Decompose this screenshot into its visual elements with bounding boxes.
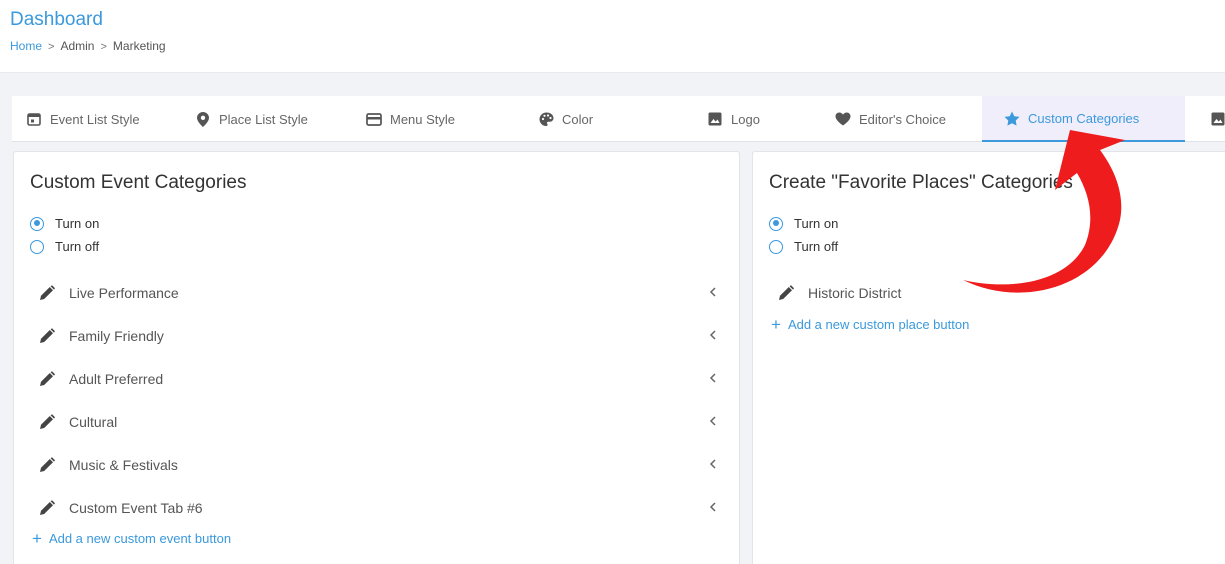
category-label: Music & Festivals [69,457,178,473]
chevron-left-icon[interactable] [708,285,718,299]
image-icon [707,111,723,127]
breadcrumb-marketing: Marketing [112,39,166,53]
pencil-icon[interactable] [38,284,56,302]
tab-label: Place List Style [219,111,308,127]
place-category-row[interactable]: Historic District [777,278,1217,308]
event-category-row[interactable]: Music & Festivals [38,450,718,480]
chevron-left-icon[interactable] [708,328,718,342]
page-title: Dashboard [10,9,103,30]
event-category-row[interactable]: Custom Event Tab #6 [38,493,718,523]
category-label: Family Friendly [69,328,164,344]
tab-place-list-style[interactable]: Place List Style [195,96,308,142]
image-icon [1210,111,1225,127]
tab-label: Custom Categories [1028,110,1140,126]
add-link-label: Add a new custom place button [787,317,970,332]
category-label: Adult Preferred [69,371,164,387]
pencil-icon[interactable] [38,499,56,517]
palette-icon [538,111,554,127]
pencil-icon[interactable] [38,413,56,431]
plus-icon: + [32,529,42,548]
tab-editors-choice[interactable]: Editor's Choice [835,96,946,142]
radio-selected-icon[interactable] [30,216,44,231]
tab-label: Color [562,111,594,127]
plus-icon: + [771,315,781,334]
star-icon [1004,110,1020,126]
tab-label: Event List Style [50,111,140,127]
pencil-icon[interactable] [777,284,795,302]
breadcrumb-separator: > [48,41,55,53]
tab-color[interactable]: Color [538,96,593,142]
event-category-row[interactable]: Live Performance [38,278,718,308]
radio-label: Turn off [55,239,100,254]
breadcrumb-admin[interactable]: Admin [60,39,94,53]
category-label: Custom Event Tab #6 [69,500,203,516]
page-header: Dashboard Home > Admin > Marketing [0,0,1225,73]
radio-label: Turn on [55,216,100,231]
add-link-label: Add a new custom event button [48,531,232,546]
category-label: Live Performance [69,285,179,301]
event-turn-on-radio[interactable]: Turn on [30,216,99,231]
tab-custom-categories[interactable]: Custom Categories [982,96,1185,142]
panel-title: Create "Favorite Places" Categories [769,172,1073,193]
tab-label: Menu Style [390,111,456,127]
panel-title: Custom Event Categories [30,172,247,193]
radio-label: Turn on [794,216,839,231]
event-category-row[interactable]: Cultural [38,407,718,437]
card-icon [366,111,382,127]
places-turn-on-radio[interactable]: Turn on [769,216,838,231]
event-category-row[interactable]: Adult Preferred [38,364,718,394]
breadcrumb-home[interactable]: Home [10,39,42,53]
tab-more[interactable] [1210,96,1225,142]
chevron-left-icon[interactable] [708,414,718,428]
breadcrumb-separator: > [100,41,107,53]
heart-icon [835,111,851,127]
chevron-left-icon[interactable] [708,371,718,385]
tab-label: Editor's Choice [859,111,947,127]
radio-selected-icon[interactable] [769,216,783,231]
add-custom-event-button[interactable]: + Add a new custom event button [32,530,231,547]
favorite-places-categories-panel: Create "Favorite Places" Categories Turn… [752,151,1225,564]
settings-tab-bar: Event List Style Place List Style Menu S… [12,96,1225,142]
category-label: Historic District [808,285,902,301]
add-custom-place-button[interactable]: + Add a new custom place button [771,316,969,333]
tab-menu-style[interactable]: Menu Style [366,96,455,142]
calendar-icon [26,111,42,127]
tab-logo[interactable]: Logo [707,96,760,142]
chevron-left-icon[interactable] [708,500,718,514]
chevron-left-icon[interactable] [708,457,718,471]
event-category-row[interactable]: Family Friendly [38,321,718,351]
radio-label: Turn off [794,239,839,254]
places-turn-off-radio[interactable]: Turn off [769,239,838,254]
pencil-icon[interactable] [38,327,56,345]
pencil-icon[interactable] [38,456,56,474]
custom-event-categories-panel: Custom Event Categories Turn on Turn off… [13,151,740,564]
tab-event-list-style[interactable]: Event List Style [26,96,140,142]
radio-unselected-icon[interactable] [769,239,783,254]
category-label: Cultural [69,414,118,430]
pencil-icon[interactable] [38,370,56,388]
tab-label: Logo [731,111,760,127]
breadcrumb: Home > Admin > Marketing [10,39,166,53]
event-turn-off-radio[interactable]: Turn off [30,239,99,254]
map-pin-icon [195,111,211,127]
radio-unselected-icon[interactable] [30,239,44,254]
